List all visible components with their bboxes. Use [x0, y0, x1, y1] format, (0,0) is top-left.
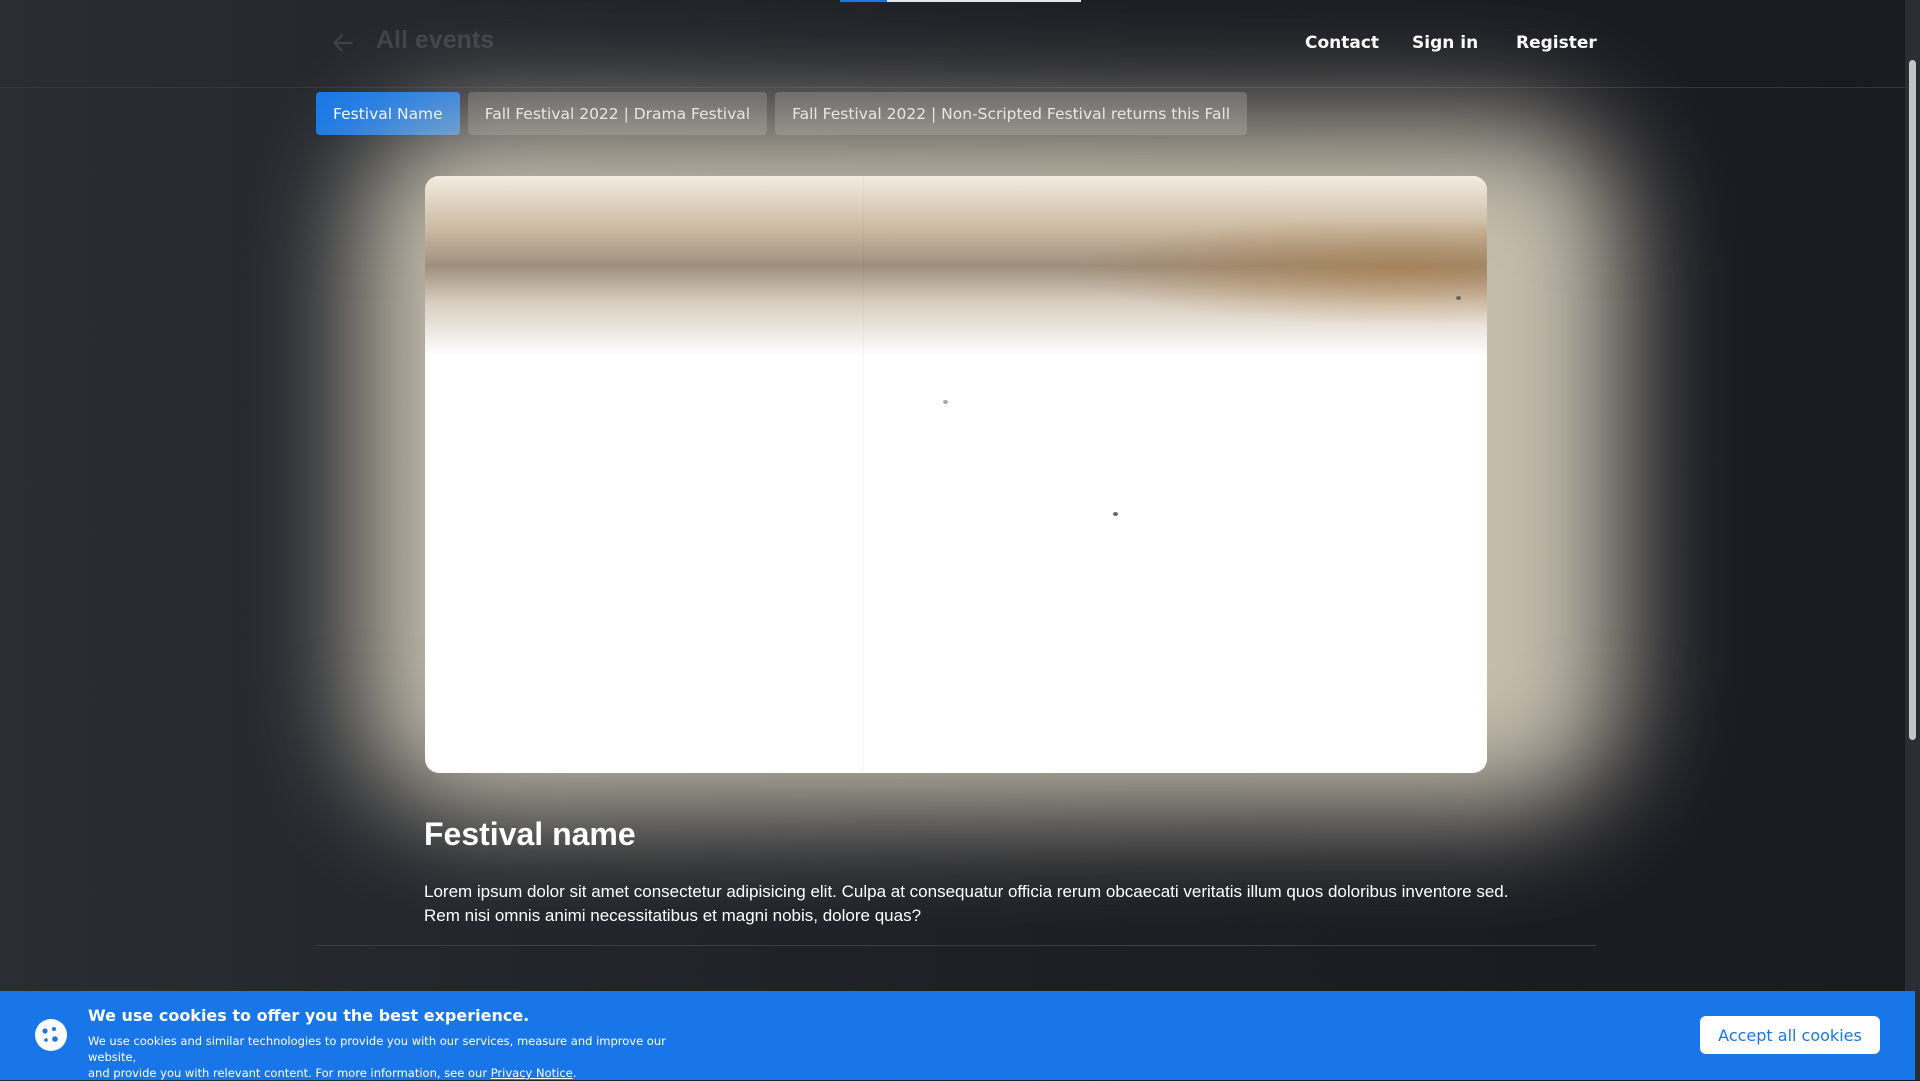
festival-title: Festival name — [424, 816, 636, 852]
festival-hero-image — [425, 176, 1487, 773]
festival-description: Lorem ipsum dolor sit amet consectetur a… — [424, 882, 1509, 925]
cookie-banner-title: We use cookies to offer you the best exp… — [88, 1006, 530, 1025]
page-loading-bar — [840, 0, 1081, 2]
nav-contact-link[interactable]: Contact — [1305, 33, 1379, 53]
arrow-left-icon[interactable] — [330, 30, 356, 56]
privacy-notice-link[interactable]: Privacy Notice — [491, 1066, 573, 1080]
cookie-text-line1: We use cookies and similar technologies … — [88, 1034, 666, 1064]
back-to-all-events-link[interactable]: All events — [376, 26, 494, 55]
top-navigation-bar: All events Contact Sign in Register — [0, 0, 1915, 88]
cookie-text-period: . — [572, 1066, 577, 1080]
cookie-text-line2: and provide you with relevant content. F… — [88, 1066, 488, 1080]
section-divider — [316, 945, 1596, 946]
nav-sign-in-link[interactable]: Sign in — [1412, 33, 1478, 53]
cookie-banner-text: We use cookies and similar technologies … — [88, 1033, 708, 1081]
cookie-icon — [35, 1019, 67, 1051]
page-scrollbar[interactable] — [1905, 0, 1920, 1080]
nav-register-link[interactable]: Register — [1516, 33, 1597, 53]
accept-all-cookies-button[interactable]: Accept all cookies — [1700, 1016, 1880, 1054]
